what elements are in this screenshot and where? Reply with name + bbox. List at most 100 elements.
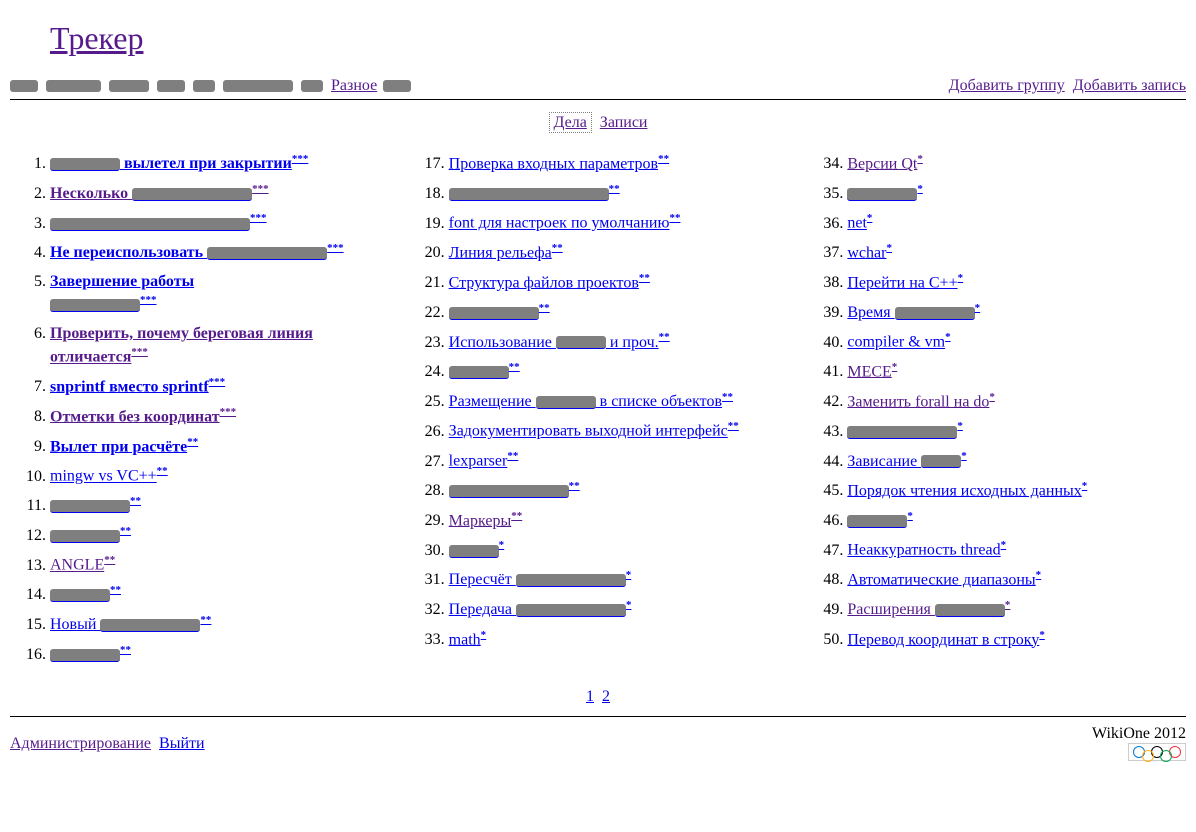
tracker-item-link[interactable]: Структура файлов проектов — [449, 274, 639, 291]
tracker-item-link[interactable]: ANGLE — [50, 557, 104, 574]
list-item: Новый ** — [50, 613, 389, 637]
tracker-item-link[interactable]: lexparser — [449, 453, 508, 470]
tracker-item-link[interactable] — [847, 512, 907, 529]
nav-item[interactable] — [10, 77, 40, 94]
tracker-item-link[interactable]: Неаккуратность thread — [847, 542, 1000, 559]
tracker-item-link[interactable] — [449, 542, 499, 559]
priority-stars: ** — [130, 495, 141, 507]
list-item: Использование и проч.** — [449, 330, 788, 354]
tracker-item-link[interactable]: Передача — [449, 601, 626, 618]
add-record-link[interactable]: Добавить запись — [1073, 77, 1186, 94]
nav-item[interactable] — [157, 77, 187, 94]
priority-stars: *** — [292, 153, 309, 165]
priority-stars: ** — [157, 465, 168, 477]
tab-zapisi[interactable]: Записи — [600, 114, 648, 131]
nav-item[interactable] — [193, 77, 217, 94]
tracker-item-link[interactable] — [50, 586, 110, 603]
tab-dela[interactable]: Дела — [549, 112, 592, 133]
tracker-item-link[interactable]: Порядок чтения исходных данных — [847, 482, 1081, 499]
tracker-item-link[interactable]: Проверка входных параметров — [449, 155, 658, 172]
tracker-item-link[interactable]: Пересчёт — [449, 571, 626, 588]
tracker-list: вылетел при закрытии***Несколько ******Н… — [10, 146, 1186, 682]
tracker-item-link[interactable]: Размещение в списке объектов — [449, 393, 722, 410]
priority-stars: ** — [110, 584, 121, 596]
page-title: Трекер — [50, 20, 1186, 57]
footer-separator — [10, 716, 1186, 717]
tracker-item-link[interactable]: Несколько — [50, 185, 252, 202]
list-item: Передача * — [449, 598, 788, 622]
priority-stars: * — [1036, 569, 1042, 581]
logout-link[interactable]: Выйти — [159, 735, 205, 752]
list-item: Неаккуратность thread* — [847, 538, 1186, 562]
tracker-item-link[interactable]: Зависание — [847, 453, 961, 470]
tracker-item-link[interactable]: Перевод координат в строку — [847, 631, 1039, 648]
pager: 1 2 — [10, 688, 1186, 706]
nav-item[interactable] — [109, 77, 151, 94]
priority-stars: * — [499, 539, 505, 551]
tracker-item-link[interactable]: Маркеры — [449, 512, 512, 529]
admin-link[interactable]: Администрирование — [10, 735, 151, 752]
tracker-item-link[interactable]: Линия рельефа — [449, 244, 552, 261]
nav-item[interactable] — [223, 77, 295, 94]
tracker-item-link[interactable]: Не переиспользовать — [50, 244, 327, 261]
list-item: math* — [449, 628, 788, 652]
action-links: Добавить группу Добавить запись — [945, 77, 1186, 95]
nav-item[interactable] — [301, 77, 325, 94]
tracker-item-link[interactable]: snprintf вместо sprintf — [50, 378, 209, 395]
tracker-item-link[interactable] — [50, 215, 250, 232]
tracker-item-link[interactable]: Проверить, почему береговая линия отлича… — [50, 325, 313, 366]
list-item: font для настроек по умолчанию** — [449, 211, 788, 235]
tracker-item-link[interactable]: Расширения — [847, 601, 1005, 618]
tracker-item-link[interactable]: Версии Qt — [847, 155, 917, 172]
priority-stars: ** — [507, 450, 518, 462]
tracker-item-link[interactable] — [449, 304, 539, 321]
tracker-item-link[interactable]: Время — [847, 304, 974, 321]
list-item: * — [847, 419, 1186, 443]
list-item: Автоматические диапазоны* — [847, 568, 1186, 592]
tracker-item-link[interactable]: Отметки без координат — [50, 408, 220, 425]
tracker-item-link[interactable]: Завершение работы — [50, 273, 194, 314]
tracker-item-link[interactable]: MECE — [847, 363, 891, 380]
tracker-item-link[interactable] — [50, 646, 120, 663]
priority-stars: * — [958, 272, 964, 284]
tracker-item-link[interactable] — [847, 185, 917, 202]
tracker-item-link[interactable]: Автоматические диапазоны — [847, 571, 1035, 588]
list-item: Размещение в списке объектов** — [449, 390, 788, 414]
list-item: Версии Qt* — [847, 152, 1186, 176]
nav-item[interactable] — [383, 77, 413, 94]
tracker-item-link[interactable]: Заменить forall на do — [847, 393, 989, 410]
page-1[interactable]: 1 — [586, 688, 594, 705]
tracker-item-link[interactable] — [50, 527, 120, 544]
tracker-item-link[interactable] — [847, 423, 957, 440]
page-2[interactable]: 2 — [602, 688, 610, 705]
tracker-item-link[interactable]: Новый — [50, 616, 200, 633]
tracker-item-link[interactable]: font для настроек по умолчанию — [449, 215, 670, 232]
list-item: ** — [449, 301, 788, 325]
topbar: Разное Добавить группу Добавить запись — [10, 77, 1186, 100]
priority-stars: * — [886, 242, 892, 254]
add-group-link[interactable]: Добавить группу — [949, 77, 1065, 94]
priority-stars: ** — [552, 242, 563, 254]
list-item: Время * — [847, 301, 1186, 325]
tracker-item-link[interactable]: mingw vs VC++ — [50, 468, 157, 485]
tracker-item-link[interactable]: вылетел при закрытии — [50, 155, 292, 172]
tracker-item-link[interactable] — [50, 497, 130, 514]
tracker-item-link[interactable] — [449, 363, 509, 380]
list-item: ** — [449, 360, 788, 384]
tracker-item-link[interactable] — [449, 482, 569, 499]
tracker-item-link[interactable]: Задокументировать выходной интерфейс — [449, 423, 728, 440]
list-item: ** — [50, 494, 389, 518]
nav-item[interactable] — [46, 77, 103, 94]
tracker-item-link[interactable]: compiler & vm — [847, 334, 945, 351]
list-item: ** — [449, 182, 788, 206]
priority-stars: ** — [509, 361, 520, 373]
tracker-item-link[interactable]: math — [449, 631, 481, 648]
tracker-item-link[interactable]: Вылет при расчёте — [50, 438, 187, 455]
tracker-item-link[interactable]: Использование и проч. — [449, 334, 659, 351]
tracker-item-link[interactable]: net — [847, 215, 867, 232]
title-link[interactable]: Трекер — [50, 20, 143, 56]
tracker-item-link[interactable] — [449, 185, 609, 202]
nav-item-raznoe[interactable]: Разное — [331, 77, 377, 94]
tracker-item-link[interactable]: wchar — [847, 244, 886, 261]
tracker-item-link[interactable]: Перейти на C++ — [847, 274, 957, 291]
